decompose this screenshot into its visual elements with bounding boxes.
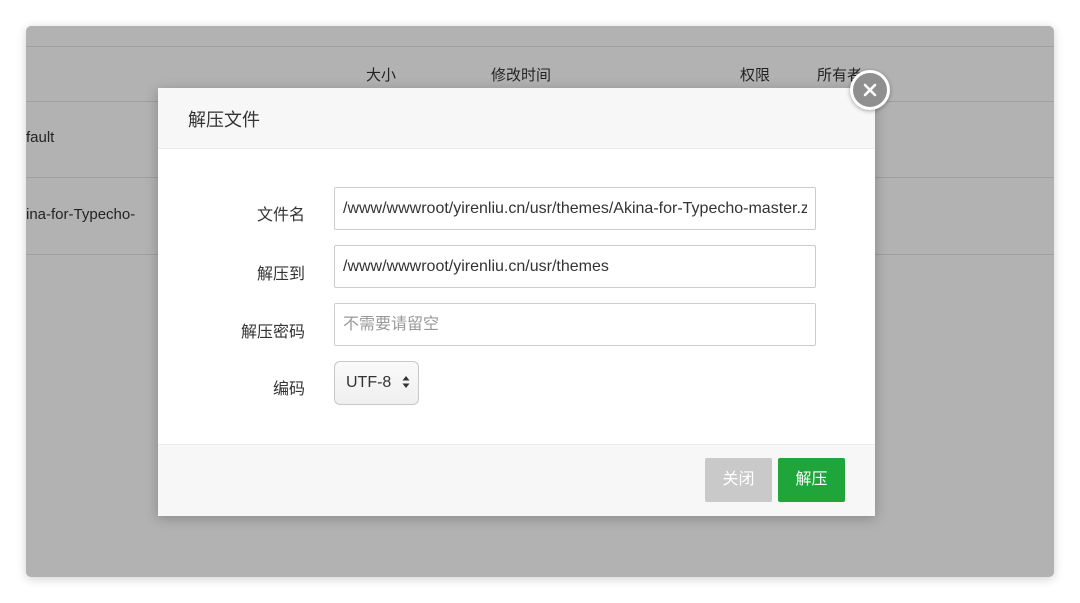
extract-dialog: 解压文件 文件名 解压到 解压密码 编码 UTF-8 关闭 解压 bbox=[158, 88, 875, 516]
encoding-selected: UTF-8 bbox=[346, 374, 392, 391]
filename-input[interactable] bbox=[334, 187, 816, 230]
extract-button[interactable]: 解压 bbox=[778, 458, 845, 502]
updown-arrows-icon bbox=[402, 375, 410, 394]
dialog-header: 解压文件 bbox=[158, 88, 875, 149]
dialog-title: 解压文件 bbox=[188, 110, 260, 130]
filename-label: 文件名 bbox=[256, 207, 305, 224]
extract-to-input[interactable] bbox=[334, 245, 816, 288]
dialog-footer: 关闭 解压 bbox=[158, 444, 875, 516]
encoding-label: 编码 bbox=[272, 381, 305, 398]
close-circle-icon[interactable] bbox=[850, 70, 890, 110]
password-label: 解压密码 bbox=[240, 324, 305, 341]
encoding-select[interactable]: UTF-8 bbox=[334, 361, 419, 405]
password-input[interactable] bbox=[334, 303, 816, 346]
close-button[interactable]: 关闭 bbox=[705, 458, 772, 502]
extract-to-label: 解压到 bbox=[256, 266, 305, 283]
